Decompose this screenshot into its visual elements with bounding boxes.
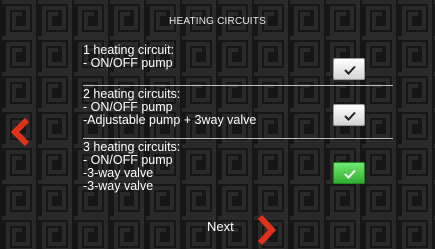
screen-title: HEATING CIRCUITS: [169, 16, 266, 27]
chevron-right-icon[interactable]: [256, 215, 278, 245]
option-two-checkbox[interactable]: [333, 104, 365, 126]
divider: [83, 138, 393, 139]
heating-circuits-screen: HEATING CIRCUITS 1 heating circuit: - ON…: [0, 0, 435, 249]
check-icon: [344, 169, 356, 179]
option-text: 3 heating circuits: - ON/OFF pump -3-way…: [83, 141, 180, 193]
chevron-left-icon[interactable]: [9, 118, 31, 146]
check-icon: [344, 111, 356, 121]
next-button-label[interactable]: Next: [207, 219, 234, 234]
option-text: 2 heating circuits: - ON/OFF pump -Adjus…: [83, 88, 256, 127]
divider: [83, 85, 393, 86]
option-one-checkbox[interactable]: [333, 58, 365, 80]
option-line: - ON/OFF pump: [83, 56, 173, 70]
option-line: -Adjustable pump + 3way valve: [83, 113, 257, 127]
option-text: 1 heating circuit: - ON/OFF pump: [83, 44, 174, 70]
check-icon: [344, 65, 356, 75]
option-line: -3-way valve: [83, 179, 154, 193]
option-three-checkbox[interactable]: [333, 162, 365, 184]
